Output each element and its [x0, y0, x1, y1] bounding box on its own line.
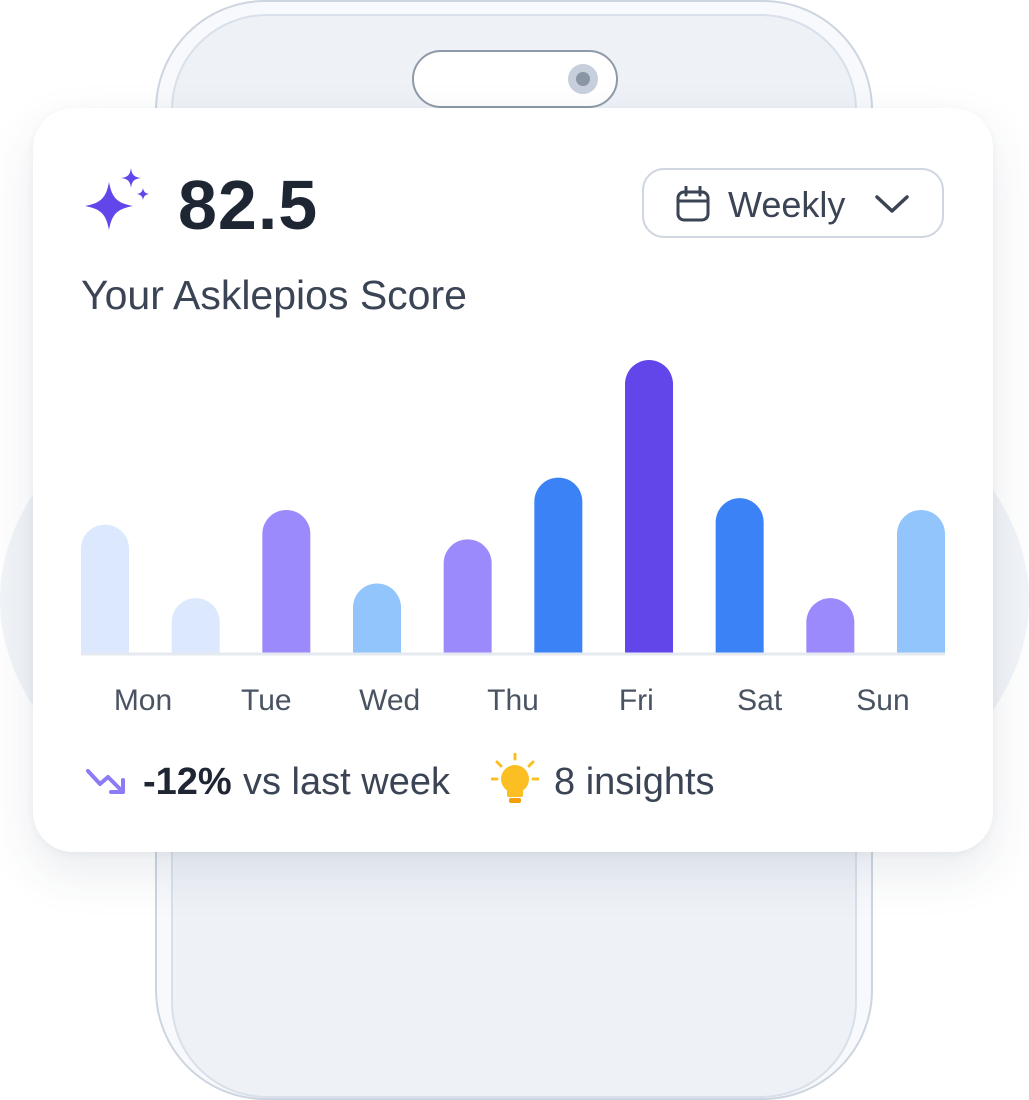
- chart-bar: [806, 598, 855, 654]
- trend-value: -12%: [143, 761, 232, 803]
- trending-down-icon: [86, 769, 125, 794]
- chart-bar: [897, 509, 945, 654]
- x-axis-label: Wed: [359, 684, 420, 717]
- camera-icon: [568, 64, 598, 94]
- phone-notch: [412, 50, 618, 108]
- x-axis-label: Sun: [856, 684, 909, 717]
- chart-bar: [171, 598, 220, 654]
- chart-bar: [625, 360, 673, 654]
- x-axis-label: Fri: [619, 684, 654, 717]
- chart-bar: [353, 583, 401, 654]
- chart-bar: [262, 509, 311, 654]
- chart-bar: [81, 524, 129, 654]
- chart-bar: [443, 539, 492, 654]
- score-card: 82.5 Your Asklepios Score Weekly Mon Tue W…: [33, 108, 993, 852]
- chart-bar: [534, 477, 583, 654]
- score-bar-chart: Mon Tue Wed Thu Fri Sat Sun: [81, 360, 945, 717]
- lightbulb-icon: [491, 753, 539, 803]
- insights-count: 8 insights: [554, 761, 715, 803]
- x-axis-label: Tue: [241, 684, 292, 717]
- x-axis-label: Sat: [737, 684, 783, 717]
- chart-bar: [715, 498, 764, 654]
- trend-text: vs last week: [243, 761, 450, 803]
- x-axis-label: Mon: [114, 684, 172, 717]
- x-axis-label: Thu: [487, 684, 539, 717]
